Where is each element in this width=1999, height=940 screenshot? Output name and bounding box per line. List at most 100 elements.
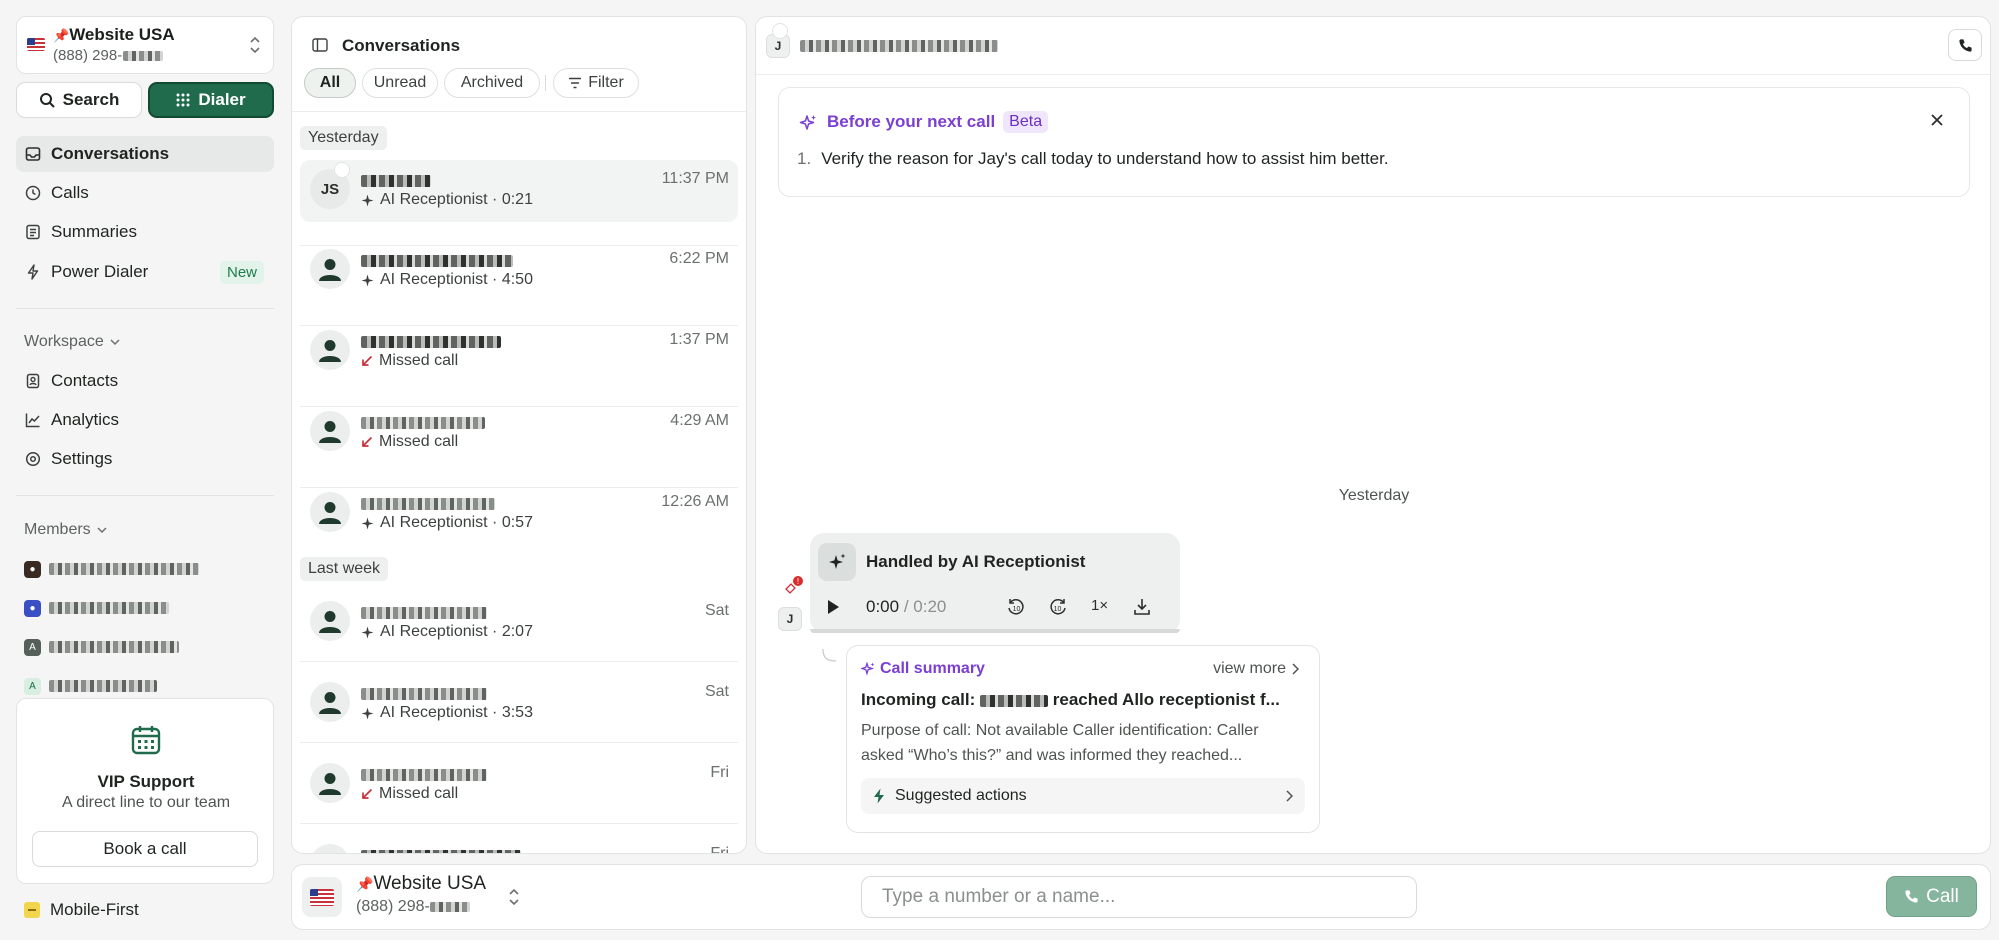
nav-label: Calls	[51, 183, 89, 202]
chevron-updown-icon[interactable]	[508, 887, 520, 907]
workspace-switcher[interactable]: Mobile-First	[24, 900, 139, 920]
person-icon	[310, 330, 350, 370]
before-call-item: 1. Verify the reason for Jay's call today…	[797, 149, 1389, 168]
contact-name-redacted	[361, 416, 485, 429]
conversation-row[interactable]: Missed call 1:37 PM	[300, 321, 738, 383]
dial-number-input[interactable]	[861, 876, 1417, 918]
call-button[interactable]: Call	[1886, 876, 1977, 917]
person-icon	[310, 411, 350, 451]
summary-title-post: reached Allo receptionist f...	[1052, 690, 1280, 709]
workspace-toggle[interactable]: Workspace	[24, 333, 120, 351]
play-icon[interactable]	[826, 599, 840, 615]
nav-power-dialer[interactable]: Power Dialer New	[16, 254, 274, 290]
playback-speed[interactable]: 1×	[1091, 597, 1108, 614]
view-more-link[interactable]: view more	[1213, 660, 1299, 678]
conversation-time: Fri	[710, 845, 729, 854]
workspace-label: Workspace	[24, 333, 104, 350]
vip-subtitle: A direct line to our team	[61, 794, 231, 811]
member-name-redacted	[49, 563, 199, 575]
member-row[interactable]: ●	[24, 597, 169, 619]
chevron-right-icon	[1286, 790, 1293, 802]
number-selector-title: Website USA	[69, 25, 175, 44]
nav-summaries[interactable]: Summaries	[16, 214, 274, 250]
view-more-label: view more	[1213, 660, 1286, 677]
conversation-time: Fri	[710, 764, 729, 781]
call-button-label: Call	[1926, 885, 1959, 907]
member-name-redacted	[49, 641, 179, 653]
conversation-list: Yesterday JS AI Receptionist · 0:21 11:3…	[292, 17, 746, 854]
summary-label: Call summary	[880, 660, 985, 677]
sidebar: 📌Website USA (888) 298- Search Dialer Co…	[0, 0, 290, 940]
download-icon[interactable]	[1132, 597, 1152, 617]
avatar: ●	[24, 560, 41, 578]
phone-icon	[1958, 38, 1973, 53]
conversation-subtitle: AI Receptionist · 2:07	[380, 623, 533, 640]
nav-label: Contacts	[51, 371, 119, 390]
call-contact-button[interactable]	[1948, 29, 1982, 61]
caller-id-selector[interactable]	[302, 877, 342, 917]
nav-calls[interactable]: Calls	[16, 175, 274, 211]
call-recording-bubble: Handled by AI Receptionist 0:00 / 0:20 1…	[810, 533, 1180, 633]
nav-settings[interactable]: Settings	[16, 441, 274, 477]
chevron-updown-icon	[249, 35, 261, 55]
conversation-time: 12:26 AM	[661, 493, 729, 510]
member-row[interactable]: A	[24, 636, 179, 658]
conversation-row[interactable]: AI Receptionist · 0:57 12:26 AM	[300, 483, 738, 545]
contact-name-redacted	[361, 335, 501, 348]
members-label: Members	[24, 521, 91, 538]
suggested-actions-button[interactable]: Suggested actions	[861, 778, 1305, 814]
forward-10-icon[interactable]: 10	[1048, 597, 1068, 617]
conversation-row[interactable]: JS AI Receptionist · 0:21 11:37 PM	[300, 160, 738, 222]
conversation-header: J	[756, 17, 1990, 75]
contact-name-redacted	[800, 40, 998, 52]
book-call-button[interactable]: Book a call	[32, 831, 258, 867]
contact-name-redacted	[361, 687, 487, 700]
member-name-redacted	[49, 680, 157, 692]
contact-name-redacted	[361, 849, 521, 853]
before-call-title: Before your next call	[827, 112, 996, 131]
number-selector[interactable]: 📌Website USA (888) 298-	[16, 16, 274, 74]
call-summary-card[interactable]: Call summary view more Incoming call: re…	[846, 645, 1320, 833]
playback-progress[interactable]	[810, 629, 1180, 633]
contacts-icon	[25, 373, 41, 389]
missed-call-icon	[361, 355, 373, 367]
rewind-10-icon[interactable]: 10	[1006, 597, 1026, 617]
conversation-row[interactable]: Missed call 4:29 AM	[300, 402, 738, 464]
divider	[300, 661, 738, 662]
conversation-row[interactable]: AI Receptionist · 4:50 6:22 PM	[300, 240, 738, 302]
conversation-time: 6:22 PM	[669, 250, 729, 267]
us-flag-icon	[310, 888, 334, 906]
conversation-row[interactable]: AI Receptionist · 3:53 Sat	[300, 673, 738, 735]
member-name-redacted	[49, 602, 169, 614]
unread-dot	[334, 162, 350, 178]
nav-analytics[interactable]: Analytics	[16, 402, 274, 438]
members-toggle[interactable]: Members	[24, 521, 107, 539]
chevron-down-icon	[97, 526, 107, 534]
nav-conversations[interactable]: Conversations	[16, 136, 274, 172]
search-icon	[39, 92, 55, 108]
divider	[300, 742, 738, 743]
svg-text:10: 10	[1054, 606, 1062, 613]
close-icon[interactable]	[1927, 110, 1947, 130]
conversation-row[interactable]: Missed call Fri	[300, 754, 738, 816]
status-dot	[772, 23, 788, 39]
conversation-row[interactable]: Fri	[300, 835, 738, 854]
conversation-row[interactable]: AI Receptionist · 2:07 Sat	[300, 592, 738, 654]
member-row[interactable]: ●	[24, 558, 199, 580]
search-button[interactable]: Search	[16, 82, 142, 118]
sparkle-icon	[361, 707, 374, 720]
nav-label: Settings	[51, 449, 113, 468]
nav-contacts[interactable]: Contacts	[16, 363, 274, 399]
phone-icon	[1904, 889, 1919, 904]
day-label: Last week	[300, 557, 389, 581]
ai-receptionist-avatar: !	[782, 575, 804, 597]
member-row[interactable]: A	[24, 675, 157, 697]
calendar-icon	[130, 724, 162, 756]
conversation-subtitle: AI Receptionist · 4:50	[380, 271, 533, 288]
pin-icon: 📌	[53, 28, 70, 43]
inbox-icon	[25, 146, 41, 162]
avatar: A	[24, 677, 41, 695]
nav-label: Power Dialer	[51, 262, 149, 281]
us-flag-icon	[27, 38, 45, 51]
dialer-button[interactable]: Dialer	[148, 82, 274, 118]
